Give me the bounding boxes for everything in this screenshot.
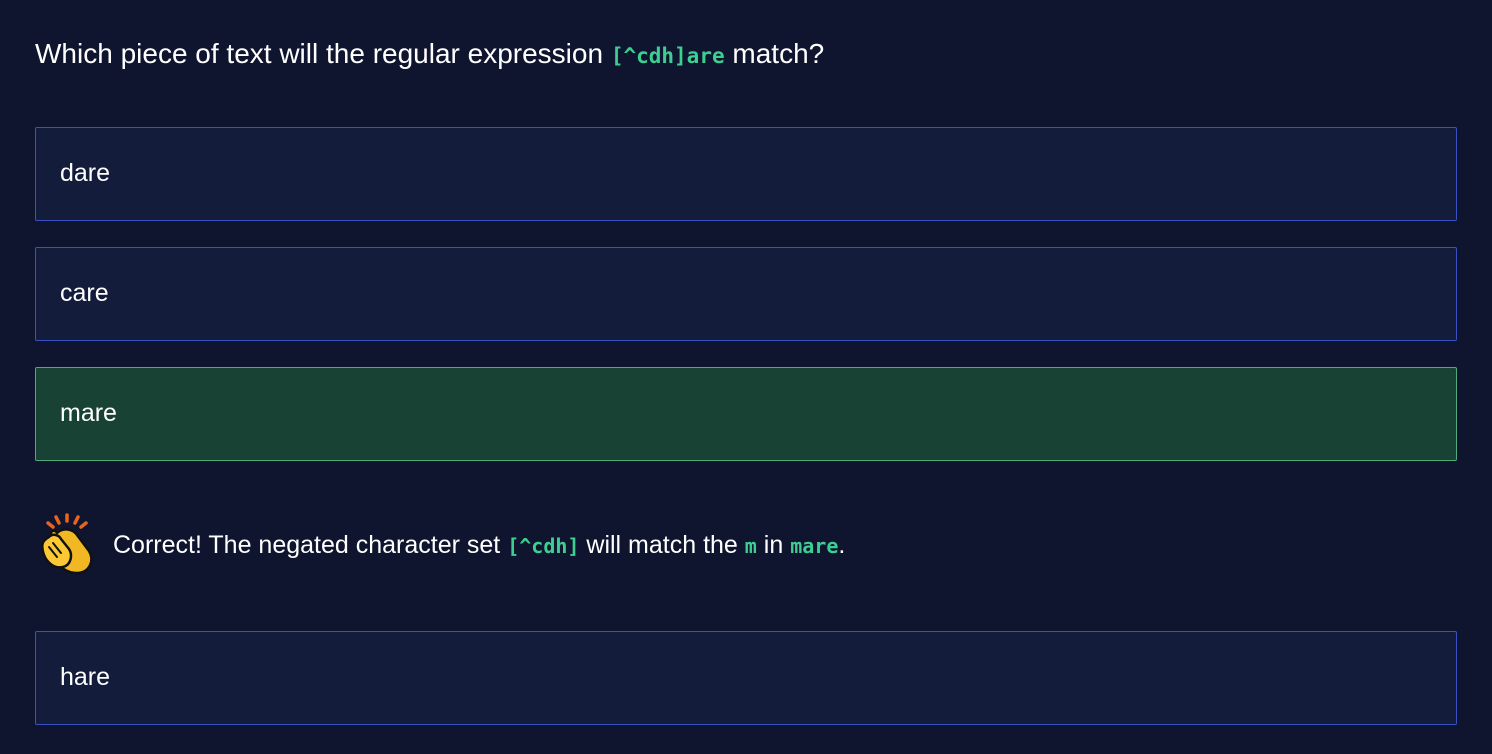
- feedback-part-2: will match the: [579, 530, 745, 559]
- answer-option-label: mare: [60, 398, 117, 427]
- answer-option-label: care: [60, 278, 109, 307]
- feedback-message: Correct! The negated character set [^cdh…: [35, 513, 845, 577]
- answer-option-dare[interactable]: dare: [35, 127, 1457, 221]
- feedback-text: Correct! The negated character set [^cdh…: [113, 531, 845, 560]
- answer-option-mare-correct[interactable]: mare: [35, 367, 1457, 461]
- regex-code: [^cdh]are: [610, 44, 725, 68]
- answer-option-care[interactable]: care: [35, 247, 1457, 341]
- clapping-hands-icon: [41, 513, 93, 575]
- question-prefix: Which piece of text will the regular exp…: [35, 38, 611, 69]
- feedback-part-1: Correct! The negated character set: [113, 530, 508, 559]
- feedback-code-mare: mare: [790, 533, 839, 558]
- answer-option-hare[interactable]: hare: [35, 631, 1457, 725]
- question-text: Which piece of text will the regular exp…: [35, 35, 824, 75]
- feedback-part-3: in: [756, 530, 791, 559]
- feedback-code-charset: [^cdh]: [507, 533, 580, 558]
- answer-option-label: hare: [60, 662, 111, 691]
- answer-option-label: dare: [60, 158, 111, 187]
- question-suffix: match?: [724, 38, 825, 69]
- feedback-code-m: m: [744, 533, 757, 558]
- feedback-part-4: .: [838, 530, 846, 559]
